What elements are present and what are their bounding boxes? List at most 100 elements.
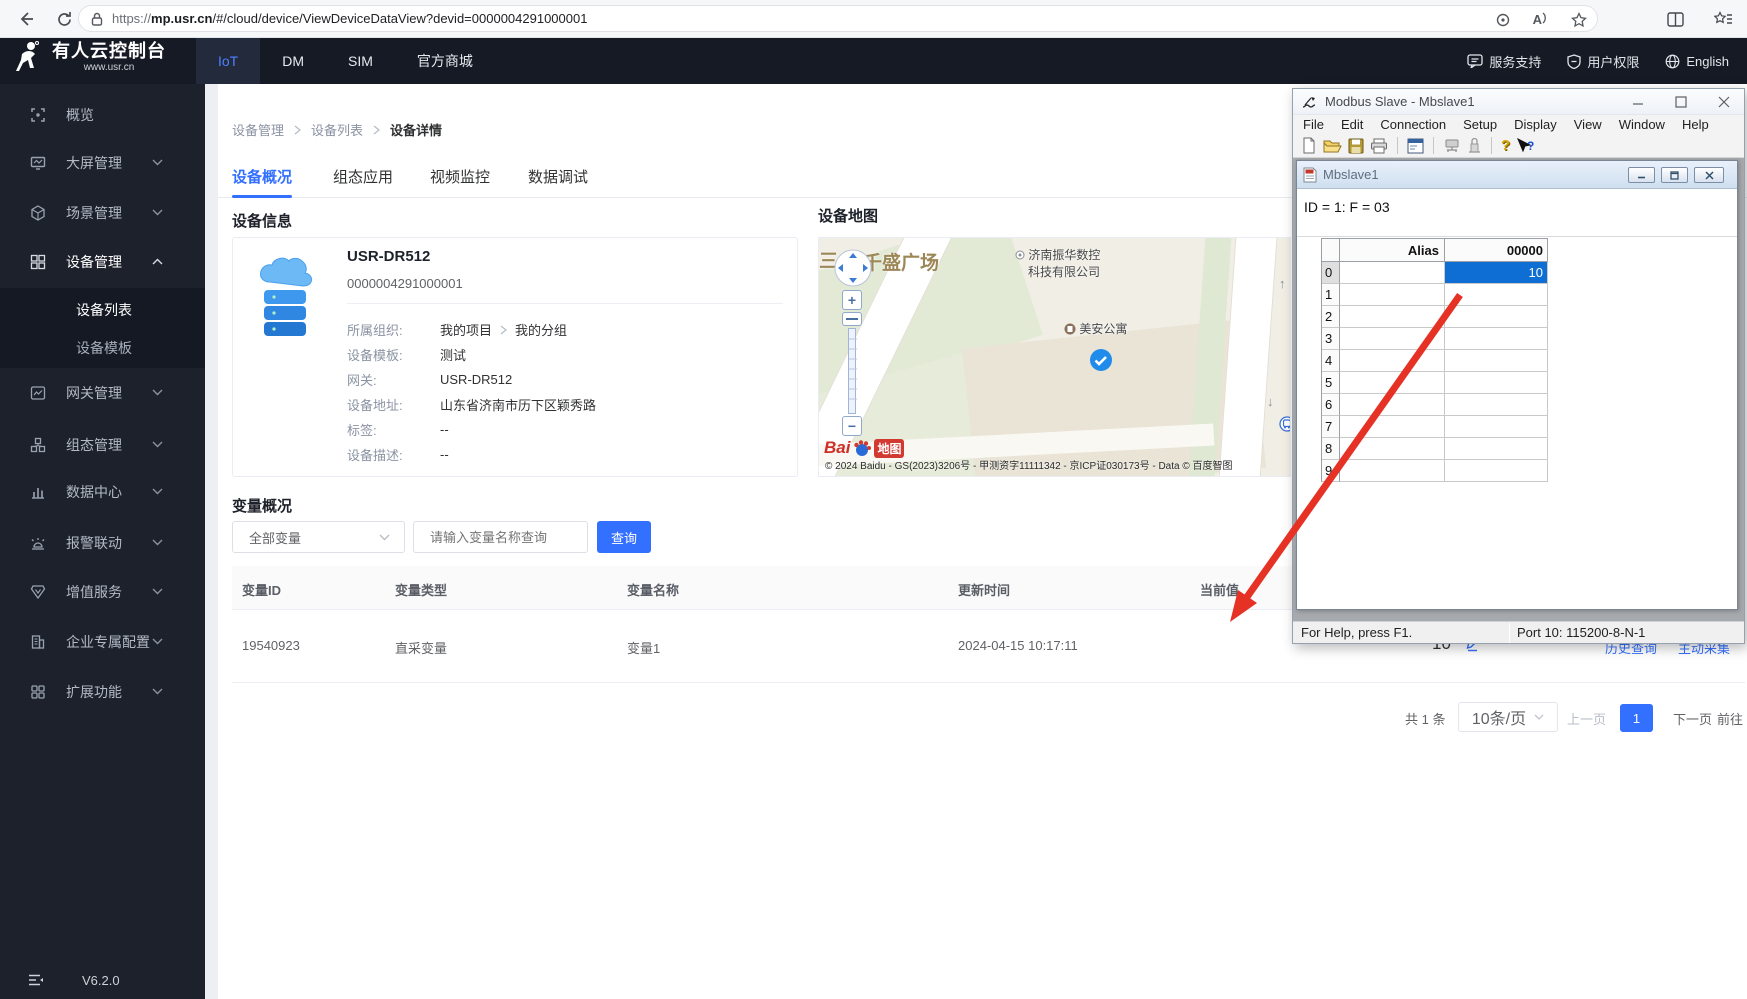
- back-icon[interactable]: [14, 7, 38, 31]
- new-file-icon[interactable]: [1301, 137, 1317, 154]
- chevron-down-icon: [152, 209, 163, 216]
- modbus-title-bar[interactable]: Modbus Slave - Mbslave1: [1293, 89, 1744, 115]
- tab-video-monitor[interactable]: 视频监控: [430, 166, 490, 187]
- grid-row-5[interactable]: 5: [1322, 372, 1548, 394]
- sidebar-item-value-added[interactable]: 增值服务: [0, 572, 205, 612]
- prev-page-button[interactable]: 上一页: [1567, 709, 1606, 728]
- help-icon[interactable]: ?: [1501, 137, 1510, 154]
- sidebar-item-config[interactable]: 组态管理: [0, 425, 205, 465]
- comm-settings-icon[interactable]: [1443, 138, 1461, 154]
- variable-type-select[interactable]: 全部变量: [232, 521, 405, 553]
- context-help-icon[interactable]: ?: [1516, 137, 1536, 154]
- cell-updated-time: 2024-04-15 10:17:11: [958, 638, 1078, 653]
- favorites-bar-icon[interactable]: [1714, 11, 1733, 27]
- top-nav: IoT DM SIM 官方商城: [196, 38, 495, 84]
- chat-icon: [1467, 54, 1483, 68]
- usr-person-icon: [14, 40, 44, 74]
- breadcrumb-device-list[interactable]: 设备列表: [311, 120, 363, 139]
- device-id: 0000004291000001: [347, 276, 463, 291]
- child-minimize-icon[interactable]: [1628, 167, 1655, 183]
- menu-connection[interactable]: Connection: [1380, 117, 1446, 132]
- map-zoom-handle[interactable]: [842, 312, 862, 326]
- tab-device-overview[interactable]: 设备概况: [232, 166, 292, 187]
- collapse-sidebar-icon[interactable]: [28, 974, 44, 986]
- grid-row-6[interactable]: 6: [1322, 394, 1548, 416]
- sidebar-item-device-template[interactable]: 设备模板: [0, 330, 205, 366]
- menu-setup[interactable]: Setup: [1463, 117, 1497, 132]
- nav-tab-iot[interactable]: IoT: [196, 38, 261, 84]
- language-switch[interactable]: English: [1665, 54, 1729, 69]
- search-input[interactable]: [428, 528, 568, 546]
- save-icon[interactable]: [1348, 138, 1364, 154]
- sidebar-item-device-list[interactable]: 设备列表: [0, 292, 205, 328]
- tab-data-debug[interactable]: 数据调试: [528, 166, 588, 187]
- map-zoom-out-button[interactable]: −: [842, 416, 862, 436]
- split-screen-icon[interactable]: [1667, 11, 1684, 27]
- grid-row-4[interactable]: 4: [1322, 350, 1548, 372]
- map-zoom-in-button[interactable]: +: [842, 290, 862, 310]
- grid-row-8[interactable]: 8: [1322, 438, 1548, 460]
- menu-edit[interactable]: Edit: [1341, 117, 1363, 132]
- grid-row-0[interactable]: 0 10: [1322, 262, 1548, 284]
- print-icon[interactable]: [1370, 138, 1388, 154]
- current-page-button[interactable]: 1: [1620, 704, 1653, 732]
- version-label: V6.2.0: [82, 972, 120, 988]
- grid-row-9[interactable]: 9: [1322, 460, 1548, 482]
- sidebar-item-datacenter[interactable]: 数据中心: [0, 472, 205, 512]
- map-pan-control[interactable]: [833, 248, 873, 288]
- col-current-value: 当前值: [1200, 583, 1240, 598]
- sidebar-item-bigscreen[interactable]: 大屏管理: [0, 143, 205, 183]
- read-aloud-icon[interactable]: A: [1533, 12, 1549, 27]
- modbus-status-bar: For Help, press F1. Port 10: 115200-8-N-…: [1293, 621, 1744, 643]
- permission-link[interactable]: 用户权限: [1567, 52, 1639, 71]
- breadcrumb-device-mgmt[interactable]: 设备管理: [232, 120, 284, 139]
- field-org: 所属组织: 我的项目 我的分组: [347, 323, 568, 338]
- address-bar[interactable]: https://mp.usr.cn/#/cloud/device/ViewDev…: [78, 5, 1598, 32]
- grid-row-1[interactable]: 1: [1322, 284, 1548, 306]
- sidebar-item-overview[interactable]: 概览: [0, 95, 205, 135]
- modbus-slave-window[interactable]: Modbus Slave - Mbslave1 File Edit Connec…: [1292, 88, 1745, 644]
- next-page-button[interactable]: 下一页: [1673, 709, 1712, 728]
- menu-window[interactable]: Window: [1619, 117, 1665, 132]
- open-file-icon[interactable]: [1323, 138, 1342, 154]
- modbus-menu-bar: File Edit Connection Setup Display View …: [1293, 115, 1744, 134]
- child-title-bar[interactable]: Mbslave1: [1297, 161, 1737, 189]
- child-restore-icon[interactable]: [1661, 167, 1688, 183]
- brand-logo[interactable]: 有人云控制台 www.usr.cn: [14, 40, 166, 74]
- page-size-select[interactable]: 10条/页: [1458, 702, 1558, 732]
- refresh-icon[interactable]: [52, 7, 76, 31]
- sidebar-item-gateway[interactable]: 网关管理: [0, 373, 205, 413]
- chevron-down-icon: [152, 638, 163, 645]
- modbus-register-grid[interactable]: Alias 00000 0 10 1 2 3 4 5 6 7 8 9: [1321, 238, 1548, 482]
- close-icon[interactable]: [1707, 91, 1741, 112]
- menu-display[interactable]: Display: [1514, 117, 1557, 132]
- menu-view[interactable]: View: [1574, 117, 1602, 132]
- child-close-icon[interactable]: [1694, 167, 1724, 183]
- nav-tab-sim[interactable]: SIM: [326, 38, 395, 84]
- location-icon[interactable]: [1495, 12, 1511, 28]
- favorite-star-icon[interactable]: [1571, 11, 1587, 28]
- grid-row-3[interactable]: 3: [1322, 328, 1548, 350]
- device-monitor-icon[interactable]: [1467, 137, 1482, 154]
- nav-tab-dm[interactable]: DM: [260, 38, 326, 84]
- maximize-icon[interactable]: [1664, 91, 1698, 112]
- query-button[interactable]: 查询: [597, 521, 651, 553]
- grid-row-7[interactable]: 7: [1322, 416, 1548, 438]
- sidebar-item-extensions[interactable]: 扩展功能: [0, 672, 205, 712]
- support-link[interactable]: 服务支持: [1467, 52, 1541, 71]
- variable-search-input[interactable]: [413, 521, 588, 553]
- minimize-icon[interactable]: [1621, 91, 1655, 112]
- sidebar-item-device-mgmt[interactable]: 设备管理: [0, 242, 205, 282]
- nav-tab-mall[interactable]: 官方商城: [395, 38, 495, 84]
- map-zoom-track[interactable]: [848, 328, 857, 414]
- sidebar-item-alarm[interactable]: 报警联动: [0, 523, 205, 563]
- display-setup-icon[interactable]: [1407, 138, 1424, 154]
- sidebar-item-enterprise[interactable]: 企业专属配置: [0, 622, 205, 662]
- grid-row-2[interactable]: 2: [1322, 306, 1548, 328]
- menu-help[interactable]: Help: [1682, 117, 1709, 132]
- sidebar-item-scene[interactable]: 场景管理: [0, 193, 205, 233]
- baidu-map[interactable]: 三 千盛广场 济南振华数控 科技有限公司 美安公寓 + − ↑ ↓ Bai 地图…: [818, 237, 1291, 477]
- mbslave1-child-window[interactable]: Mbslave1 ID = 1: F = 03 Alias 00000 0 10…: [1296, 160, 1738, 610]
- tab-config-app[interactable]: 组态应用: [333, 166, 393, 187]
- menu-file[interactable]: File: [1303, 117, 1324, 132]
